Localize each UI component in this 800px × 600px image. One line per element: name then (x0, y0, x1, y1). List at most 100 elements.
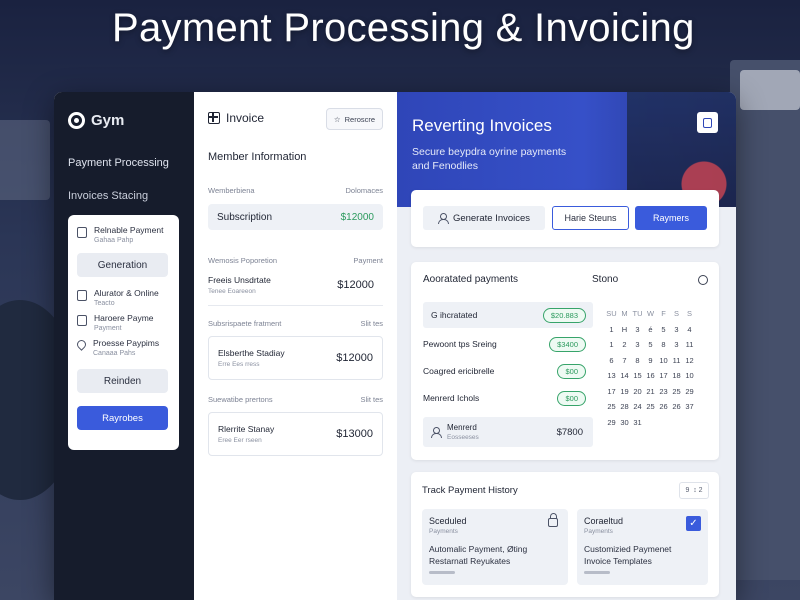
calendar-day[interactable]: 23 (657, 384, 670, 400)
clock-icon[interactable] (698, 275, 708, 285)
calendar-day[interactable]: 3 (670, 337, 683, 353)
calendar-day[interactable]: 25 (644, 399, 657, 415)
subscription-row[interactable]: Subscription $12000 (208, 204, 383, 230)
completed-sub: Payments (584, 528, 613, 535)
divider (208, 305, 383, 306)
reinden-button[interactable]: Reinden (77, 369, 168, 393)
calendar-day[interactable]: 26 (657, 399, 670, 415)
calendar-day[interactable]: 2 (618, 337, 631, 353)
invoice-item-box[interactable]: Rlerrite Stanay Eree Eer rseen $13000 (208, 412, 383, 456)
calendar-day[interactable]: 11 (670, 353, 683, 369)
invoice-item-title: Elsberthe Stadiay (218, 348, 285, 358)
calendar-day[interactable]: 21 (644, 384, 657, 400)
calendar-day[interactable]: 6 (605, 353, 618, 369)
scheduled-payments-card[interactable]: Sceduled Payments Automalic Payment, Øti… (422, 509, 568, 585)
invoice-item-title: Rlerrite Stanay (218, 424, 275, 434)
document-icon (77, 290, 87, 301)
calendar-week-row: 29 30 31 (605, 415, 709, 431)
calendar-day[interactable]: 25 (670, 384, 683, 400)
payment-amount-badge: $3400 (549, 336, 586, 352)
sidebar-card-item-sub: Payment (94, 325, 122, 332)
payment-list-item[interactable]: Menrerd Ichols $00 (423, 385, 593, 411)
calendar-day[interactable]: 12 (683, 353, 696, 369)
calendar-day[interactable]: 30 (618, 415, 631, 431)
payment-total-label: Menrerd Eosseeses (447, 423, 550, 441)
raymers-button[interactable]: Raymers (635, 206, 707, 230)
calendar-day[interactable]: 11 (683, 337, 696, 353)
calendar-day[interactable]: 3 (631, 322, 644, 338)
field-label: Slit tes (360, 395, 383, 404)
calendar-day[interactable]: 17 (605, 384, 618, 400)
calendar-weekday: TU (632, 309, 643, 318)
app-window: Gym Payment Processing Invoices Stacing … (54, 92, 736, 600)
calendar-day[interactable]: 5 (657, 322, 670, 338)
payment-label: Pewoont tps Sreing (423, 339, 497, 349)
payment-total-title: Menrerd (447, 423, 477, 432)
sidebar-item-payment-processing[interactable]: Payment Processing (68, 157, 169, 169)
user-icon (437, 213, 449, 224)
payment-amount-badge: $00 (557, 390, 586, 406)
calendar-day[interactable]: 3 (631, 337, 644, 353)
calendar-day[interactable]: 13 (605, 368, 618, 384)
star-icon: ☆ (333, 114, 341, 124)
sidebar-card-item[interactable]: Haroere Payme Payment (77, 313, 170, 332)
calendar-day[interactable]: H (618, 322, 631, 338)
rayrobes-button[interactable]: Rayrobes (77, 406, 168, 430)
calendar-day[interactable]: 37 (683, 399, 696, 415)
background-sign (740, 70, 800, 110)
checkbox-checked-icon[interactable]: ✓ (686, 516, 701, 531)
payment-row[interactable]: Freeis Unsdrtate Tenee Eoareeon $12000 (208, 272, 383, 298)
calendar-day[interactable]: 19 (618, 384, 631, 400)
sidebar-item-invoices[interactable]: Invoices Stacing (68, 190, 148, 202)
completed-payments-card[interactable]: Coraeltud Payments Customizied Paymenet … (577, 509, 708, 585)
calendar-day[interactable]: 31 (631, 415, 644, 431)
pagination-control[interactable]: 9 ↕ 2 (679, 482, 709, 499)
payment-list-item[interactable]: Coagred ericibrelle $00 (423, 358, 593, 384)
payment-row-sub: Tenee Eoareeon (208, 288, 256, 295)
sidebar-card-item[interactable]: Alurator & Online Teacto (77, 288, 170, 307)
calendar-day[interactable]: 8 (631, 353, 644, 369)
calendar-day[interactable]: 4 (683, 322, 696, 338)
calendar-day[interactable]: 17 (657, 368, 670, 384)
calendar-day[interactable]: 15 (631, 368, 644, 384)
calendar-day[interactable]: 16 (644, 368, 657, 384)
calendar-day[interactable]: 18 (670, 368, 683, 384)
status-button[interactable]: Harie Steuns (552, 206, 629, 230)
calendar-day[interactable]: 10 (657, 353, 670, 369)
calendar-day[interactable]: 7 (618, 353, 631, 369)
reroscre-button[interactable]: ☆ Reroscre (326, 108, 383, 130)
calendar-day[interactable]: 1 (605, 337, 618, 353)
calendar-day[interactable]: 10 (683, 368, 696, 384)
calendar-day (657, 415, 670, 431)
calendar-day[interactable]: 20 (631, 384, 644, 400)
calendar-day[interactable]: 3 (670, 322, 683, 338)
scheduled-sub: Payments (429, 528, 458, 535)
calendar-day[interactable]: 29 (683, 384, 696, 400)
payment-list-item[interactable]: G ihcratated $20.883 (423, 302, 593, 328)
generate-invoices-button[interactable]: Generate Invoices (423, 206, 545, 230)
calendar-day[interactable]: 24 (631, 399, 644, 415)
calendar-day[interactable]: 8 (657, 337, 670, 353)
calendar-day[interactable]: 28 (618, 399, 631, 415)
generation-button[interactable]: Generation (77, 253, 168, 277)
calendar-day[interactable]: 1 (605, 322, 618, 338)
invoice-item-box[interactable]: Elsberthe Stadiay Erre Ees rress $12000 (208, 336, 383, 380)
calendar-day[interactable]: 5 (644, 337, 657, 353)
calendar-week-row: 6 7 8 9 10 11 12 (605, 353, 709, 369)
action-bar: Generate Invoices Harie Steuns Raymers (411, 190, 719, 247)
brand[interactable]: Gym (68, 112, 124, 129)
payment-list-item[interactable]: Pewoont tps Sreing $3400 (423, 331, 593, 357)
hero-badge-button[interactable] (697, 112, 718, 133)
calendar-day[interactable]: 25 (605, 399, 618, 415)
calendar-day[interactable]: 9 (644, 353, 657, 369)
completed-line: Invoice Templates (584, 556, 652, 566)
calendar-weekday: S (673, 309, 679, 318)
sidebar-card-item[interactable]: Proesse Paypims Canaaa Pahs (75, 338, 170, 357)
track-history-card: Track Payment History 9 ↕ 2 Sceduled Pay… (411, 472, 719, 597)
calendar-day[interactable]: 29 (605, 415, 618, 431)
sidebar-card-item[interactable]: Relnable Payment Gahaa Pahp (77, 225, 170, 244)
calendar-day[interactable]: 26 (670, 399, 683, 415)
calendar-day[interactable]: é (644, 322, 657, 338)
calendar-day[interactable]: 14 (618, 368, 631, 384)
payment-total-row[interactable]: Menrerd Eosseeses $7800 (423, 417, 593, 447)
